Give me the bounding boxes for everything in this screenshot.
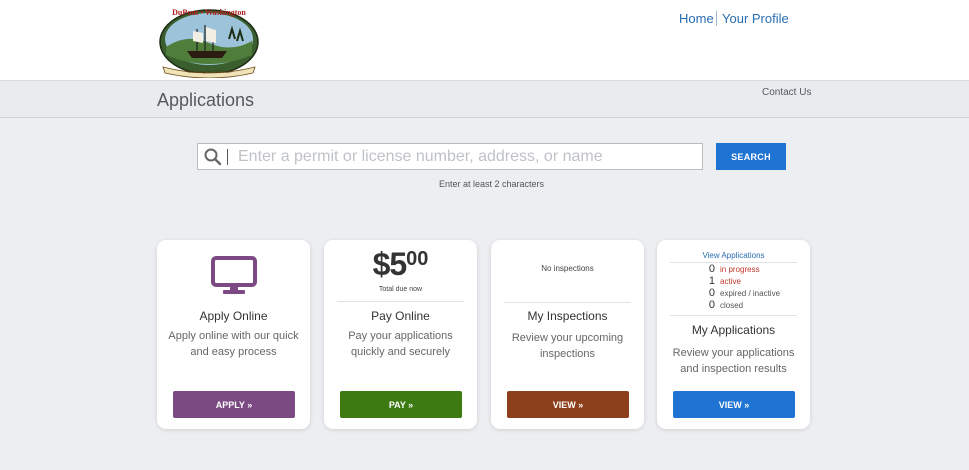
pay-button[interactable]: PAY »	[340, 391, 462, 418]
my-inspections-card: No inspections My Inspections Review you…	[491, 240, 644, 429]
view-applications-button[interactable]: VIEW »	[673, 391, 795, 418]
pay-online-card: $500 Total due now Pay Online Pay your a…	[324, 240, 477, 429]
divider	[670, 315, 797, 316]
amount-due: $500	[324, 246, 477, 283]
my-applications-description: Review your applications and inspection …	[672, 347, 795, 375]
stat-label: in progress	[720, 265, 760, 274]
stat-count: 1	[708, 275, 715, 287]
divider	[337, 301, 464, 302]
stat-label: expired / inactive	[720, 289, 781, 298]
stat-count: 0	[708, 263, 715, 275]
contact-us-link[interactable]: Contact Us	[762, 87, 811, 98]
my-applications-title: My Applications	[691, 323, 776, 337]
apply-button[interactable]: APPLY »	[173, 391, 295, 418]
apply-online-title: Apply Online	[199, 309, 268, 323]
monitor-icon	[211, 256, 257, 294]
amount-due-label: Total due now	[378, 286, 423, 293]
stat-in-progress: 0 in progress	[705, 263, 760, 275]
stat-count: 0	[708, 287, 715, 299]
search-icon	[204, 148, 222, 166]
search-divider	[227, 149, 228, 165]
stat-active: 1 active	[705, 275, 741, 287]
my-inspections-description: Review your upcoming inspections	[511, 332, 624, 360]
search-hint: Enter at least 2 characters	[438, 179, 545, 189]
search-box	[197, 143, 703, 170]
stat-label: active	[720, 277, 741, 286]
view-applications-link[interactable]: View Applications	[657, 251, 810, 260]
nav-home-link[interactable]: Home	[679, 11, 714, 26]
stat-expired: 0 expired / inactive	[705, 287, 780, 299]
apply-online-description: Apply online with our quick and easy pro…	[168, 330, 299, 358]
sub-header: Applications Contact Us	[0, 81, 969, 118]
my-applications-card: View Applications 0 in progress 1 active 0…	[657, 240, 810, 429]
stat-closed: 0 closed	[705, 299, 743, 311]
page-title: Applications	[157, 90, 255, 110]
view-inspections-button[interactable]: VIEW »	[507, 391, 629, 418]
apply-online-card: Apply Online Apply online with our quick…	[157, 240, 310, 429]
nav-your-profile-link[interactable]: Your Profile	[716, 11, 789, 26]
no-inspections-note: No inspections	[541, 264, 594, 273]
city-logo[interactable]: Welcoming for 5,000 Years DuPont • Washi…	[157, 3, 261, 78]
my-inspections-title: My Inspections	[527, 309, 608, 323]
top-header: Welcoming for 5,000 Years DuPont • Washi…	[0, 0, 969, 81]
stat-label: closed	[720, 301, 744, 310]
logo-title-text: DuPont • Washington	[172, 8, 246, 17]
divider	[504, 302, 631, 303]
search-button[interactable]: SEARCH	[716, 143, 786, 170]
amount-dollars: $5	[372, 246, 408, 282]
pay-online-title: Pay Online	[371, 309, 430, 323]
amount-cents: 00	[406, 248, 429, 270]
stat-count: 0	[708, 299, 715, 311]
pay-online-description: Pay your applications quickly and secure…	[348, 330, 453, 358]
search-input[interactable]	[238, 146, 698, 168]
page-background: Welcoming for 5,000 Years DuPont • Washi…	[0, 0, 969, 470]
